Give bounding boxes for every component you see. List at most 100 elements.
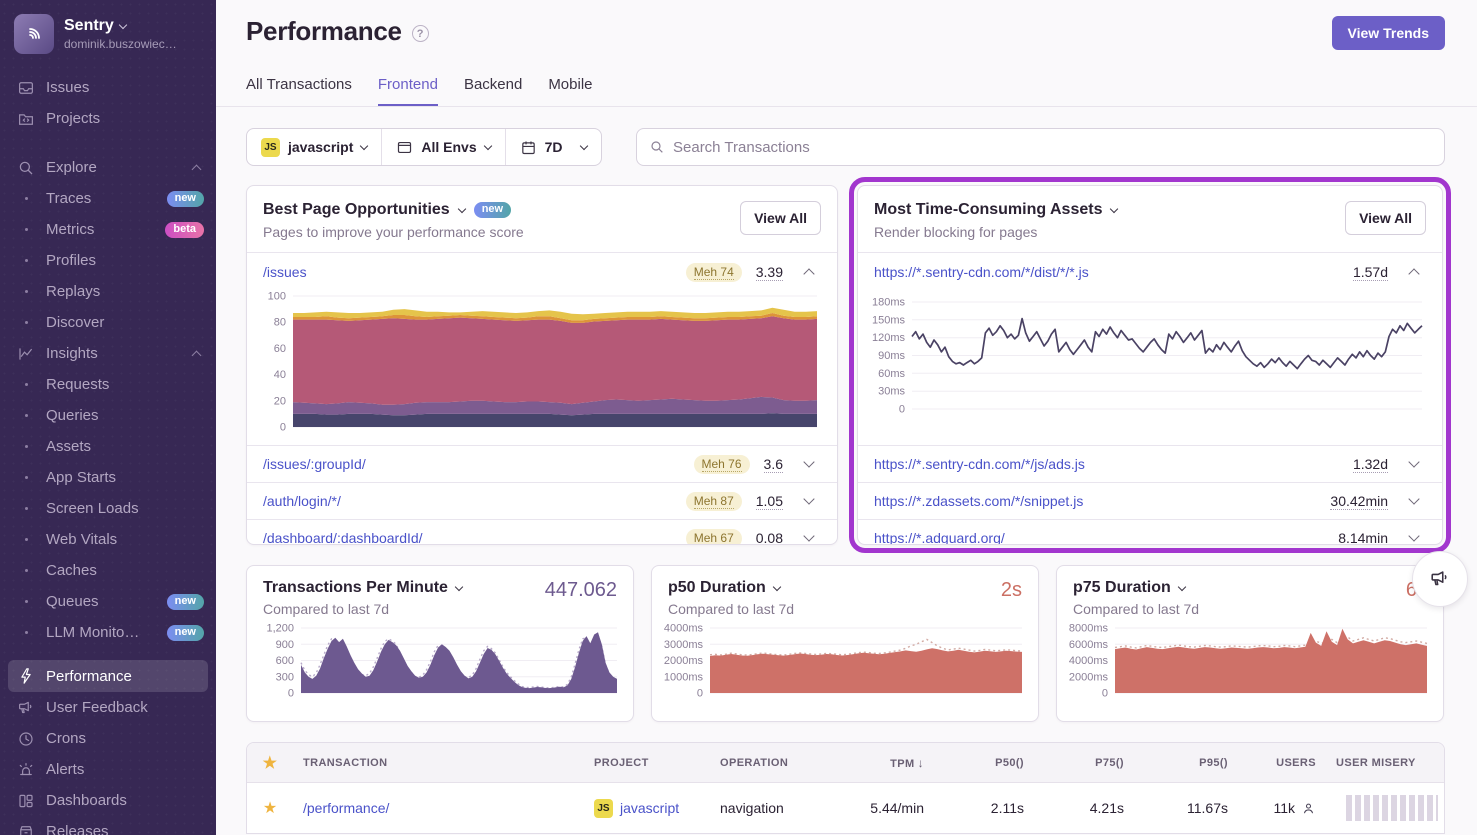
view-trends-button[interactable]: View Trends [1332,16,1445,50]
sidebar-item-performance[interactable]: Performance [8,660,208,692]
star-icon[interactable]: ★ [247,798,293,818]
col-operation[interactable]: OPERATION [710,757,826,769]
panel-title-dropdown[interactable]: Best Page Opportunities new [263,201,740,219]
inbox-icon [16,78,36,98]
star-icon[interactable]: ★ [247,753,293,773]
org-name: Sentry [64,17,114,35]
asset-link[interactable]: https://*.sentry-cdn.com/*/js/ads.js [874,456,1353,472]
sidebar-item-projects[interactable]: Projects [0,103,216,134]
page-link[interactable]: /auth/login/*/ [263,493,686,509]
svg-text:40: 40 [274,369,286,381]
view-all-button[interactable]: View All [1345,201,1426,235]
panel-title-dropdown[interactable]: Most Time-Consuming Assets [874,201,1345,219]
bullet-icon [16,251,36,271]
svg-text:150ms: 150ms [872,314,906,326]
transaction-link[interactable]: /performance/ [303,800,389,816]
sidebar-item-dashboards[interactable]: Dashboards [0,785,216,816]
panel-subtitle: Render blocking for pages [874,224,1345,240]
date-range-filter[interactable]: 7D [505,129,601,165]
sidebar-item-releases[interactable]: Releases [0,816,216,835]
col-transaction[interactable]: TRANSACTION [293,757,584,769]
sidebar-item-app-starts[interactable]: App Starts [0,462,216,493]
page-link[interactable]: /dashboard/:dashboardId/ [263,530,686,545]
sidebar-item-alerts[interactable]: Alerts [0,754,216,785]
sidebar-item-web-vitals[interactable]: Web Vitals [0,524,216,555]
panel-title: p50 Duration [668,579,766,597]
environment-filter[interactable]: All Envs [381,129,504,165]
col-users[interactable]: USERS [1238,757,1326,769]
sidebar-item-label: Discover [46,314,204,331]
tab-backend[interactable]: Backend [464,76,522,107]
col-p50[interactable]: P50() [934,757,1034,769]
sidebar-item-crons[interactable]: Crons [0,723,216,754]
sidebar-item-assets[interactable]: Assets [0,431,216,462]
panel-subtitle: Compared to last 7d [263,601,545,617]
collapse-row-button[interactable] [797,267,821,278]
col-tpm-sorted[interactable]: TPM↓ [826,756,934,770]
search-icon [16,158,36,178]
sidebar-item-queues[interactable]: Queues new [0,586,216,617]
chart-line-icon [16,344,36,364]
asset-link[interactable]: https://*.zdassets.com/*/snippet.js [874,493,1330,509]
sidebar-item-user-feedback[interactable]: User Feedback [0,692,216,723]
sidebar-item-replays[interactable]: Replays [0,276,216,307]
search-transactions-input[interactable] [673,139,1432,156]
expand-row-button[interactable] [1402,462,1426,466]
p50-chart: 4000ms3000ms2000ms1000ms0 [662,623,1024,703]
sidebar-item-explore[interactable]: Explore [0,152,216,183]
asset-row: https://*.sentry-cdn.com/*/js/ads.js 1.3… [858,445,1442,482]
sidebar-item-profiles[interactable]: Profiles [0,245,216,276]
col-p75[interactable]: P75() [1034,757,1134,769]
sidebar-item-label: Issues [46,79,204,96]
sidebar-item-traces[interactable]: Traces new [0,183,216,214]
project-filter[interactable]: JS javascript [247,129,381,165]
org-user: dominik.buszowiec… [64,37,177,51]
col-p95[interactable]: P95() [1134,757,1238,769]
expand-row-button[interactable] [797,462,821,466]
svg-text:120ms: 120ms [872,332,906,344]
sidebar-item-insights[interactable]: Insights [0,338,216,369]
chevron-up-icon[interactable] [192,350,202,360]
sidebar-item-llm-monitoring[interactable]: LLM Monito… new [0,617,216,648]
expand-row-button[interactable] [1402,536,1426,540]
svg-text:0: 0 [899,404,905,416]
col-user-misery[interactable]: USER MISERY [1326,757,1444,769]
panel-title-dropdown[interactable]: p50 Duration [668,579,780,597]
panel-title: p75 Duration [1073,579,1171,597]
row-value: 0.08 [756,530,783,545]
collapse-row-button[interactable] [1402,267,1426,278]
panel-title-dropdown[interactable]: Transactions Per Minute [263,579,462,597]
tab-all-transactions[interactable]: All Transactions [246,76,352,107]
org-switcher[interactable]: Sentry dominik.buszowiec… [0,0,216,64]
sidebar-item-screen-loads[interactable]: Screen Loads [0,493,216,524]
chevron-up-icon[interactable] [192,164,202,174]
sidebar-item-queries[interactable]: Queries [0,400,216,431]
tab-mobile[interactable]: Mobile [548,76,592,107]
panel-title-dropdown[interactable]: p75 Duration [1073,579,1185,597]
page-row: /issues/:groupId/ Meh 76 3.6 [247,445,837,482]
expand-row-button[interactable] [797,536,821,540]
asset-link[interactable]: https://*.adguard.org/ [874,530,1338,545]
help-icon[interactable]: ? [412,25,429,42]
page-link[interactable]: /issues/:groupId/ [263,456,694,472]
view-all-button[interactable]: View All [740,201,821,235]
chevron-down-icon [455,583,463,591]
expand-row-button[interactable] [797,499,821,503]
sidebar-nav: Issues Projects Explore Traces new Metri… [0,72,216,835]
p50-cell: 2.11s [934,800,1034,816]
operation-cell: navigation [710,800,826,816]
tab-frontend[interactable]: Frontend [378,76,438,107]
project-link[interactable]: javascript [620,800,679,816]
col-project[interactable]: PROJECT [584,757,710,769]
sidebar-item-discover[interactable]: Discover [0,307,216,338]
sidebar-item-requests[interactable]: Requests [0,369,216,400]
sidebar-item-metrics[interactable]: Metrics beta [0,214,216,245]
sidebar-item-caches[interactable]: Caches [0,555,216,586]
sidebar-item-label: Metrics [46,221,155,238]
sidebar-item-issues[interactable]: Issues [0,72,216,103]
sidebar-item-label: Queries [46,407,204,424]
asset-link[interactable]: https://*.sentry-cdn.com/*/dist/*/*.js [874,264,1353,280]
feedback-button[interactable] [1412,551,1468,607]
page-link[interactable]: /issues [263,264,686,280]
expand-row-button[interactable] [1402,499,1426,503]
